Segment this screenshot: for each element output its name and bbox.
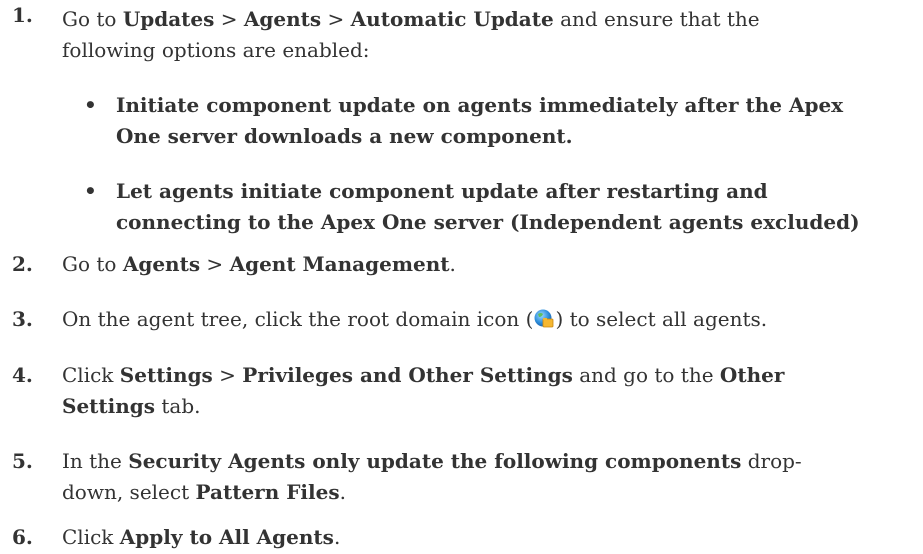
step-text: Click Settings > Privileges and Other Se… [62, 363, 785, 387]
step-number: 1. [12, 3, 33, 27]
step-text: following options are enabled: [62, 38, 370, 62]
step-text: Go to Agents > Agent Management. [62, 252, 456, 276]
step-number: 4. [12, 363, 33, 387]
step-text: On the agent tree, click the root domain… [62, 307, 768, 331]
option-pattern-files: Pattern Files [195, 480, 340, 504]
option-text: Initiate component update on agents imme… [116, 93, 844, 117]
menu-agent-management: Agent Management [229, 252, 450, 276]
root-domain-globe-icon [534, 309, 554, 328]
step-number: 5. [12, 449, 33, 473]
menu-privileges-and-other-settings: Privileges and Other Settings [242, 363, 573, 387]
option-text: One server downloads a new component. [116, 124, 573, 148]
step-text: Go to Updates > Agents > Automatic Updat… [62, 7, 760, 31]
step-number: 6. [12, 525, 33, 549]
menu-updates: Updates [122, 7, 215, 31]
apply-to-all-agents-button-ref: Apply to All Agents [119, 525, 334, 549]
option-text: Let agents initiate component update aft… [116, 179, 768, 203]
menu-agents: Agents [122, 252, 201, 276]
tab-other-settings: Other [719, 363, 785, 387]
step-text: Click Apply to All Agents. [62, 525, 341, 549]
step-text: down, select Pattern Files. [62, 480, 346, 504]
dropdown-security-agents-components: Security Agents only update the followin… [128, 449, 742, 473]
bullet-dot: • [84, 179, 97, 203]
menu-settings: Settings [119, 363, 213, 387]
step-number: 3. [12, 307, 33, 331]
bullet-dot: • [84, 93, 97, 117]
menu-agents: Agents [243, 7, 322, 31]
menu-automatic-update: Automatic Update [350, 7, 554, 31]
step-text: In the Security Agents only update the f… [62, 449, 802, 473]
step-number: 2. [12, 252, 33, 276]
option-text: connecting to the Apex One server (Indep… [116, 210, 860, 234]
step-text: Settings tab. [62, 394, 201, 418]
